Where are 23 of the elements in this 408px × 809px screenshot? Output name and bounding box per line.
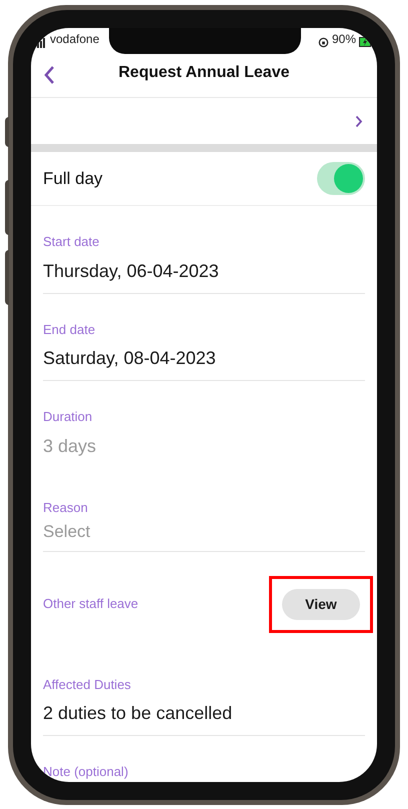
full-day-toggle[interactable] xyxy=(317,162,365,196)
signal-icon xyxy=(37,38,47,48)
field-label: Affected Duties xyxy=(43,676,132,694)
view-button[interactable]: View xyxy=(282,588,360,620)
field-value: Saturday, 08-04-2023 xyxy=(43,347,217,370)
field-value: 3 days xyxy=(43,434,98,458)
field-value: Thursday, 06-04-2023 xyxy=(43,260,220,283)
chevron-right-icon xyxy=(355,114,363,128)
field-label: End date xyxy=(43,320,96,338)
battery-percent: 90% xyxy=(332,30,356,48)
field-label: Other staff leave xyxy=(43,595,138,614)
carrier-name: vodafone xyxy=(50,30,100,48)
full-day-label: Full day xyxy=(43,168,103,190)
rotation-lock-icon xyxy=(318,36,329,48)
field-label: Reason xyxy=(43,498,89,516)
back-button[interactable] xyxy=(43,64,55,85)
back-icon xyxy=(43,64,55,85)
field-value: 2 duties to be cancelled xyxy=(43,702,234,725)
field-label: Duration xyxy=(43,408,94,426)
battery-charging-icon xyxy=(359,36,371,48)
field-label: Note (optional) xyxy=(43,763,130,781)
page-title: Request Annual Leave xyxy=(118,62,290,83)
field-label: Start date xyxy=(43,233,100,251)
